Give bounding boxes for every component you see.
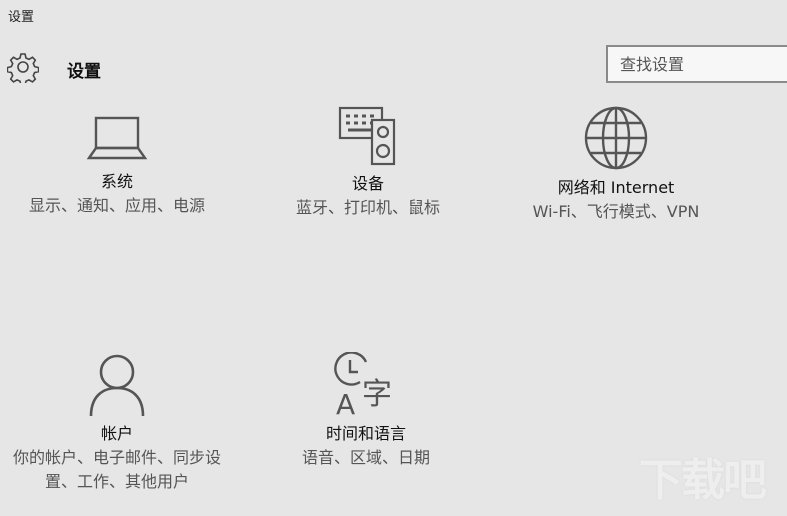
svg-text:字: 字 bbox=[362, 377, 392, 412]
tile-name: 时间和语言 bbox=[325, 424, 406, 443]
tile-description: 你的帐户、电子邮件、同步设置、工作、其他用户 bbox=[12, 448, 221, 491]
tile-system[interactable]: 系统 显示、通知、应用、电源 bbox=[12, 108, 222, 218]
search-box[interactable] bbox=[606, 45, 787, 83]
watermark-text: 下载吧 bbox=[639, 455, 767, 506]
tile-accounts[interactable]: 帐户 你的帐户、电子邮件、同步设置、工作、其他用户 bbox=[12, 352, 222, 494]
tile-devices[interactable]: 设备 蓝牙、打印机、鼠标 bbox=[263, 104, 473, 220]
time-language-icon: A 字 bbox=[334, 352, 392, 418]
person-icon bbox=[89, 354, 145, 417]
tile-name: 设备 bbox=[351, 174, 384, 193]
tile-description: 蓝牙、打印机、鼠标 bbox=[295, 198, 440, 217]
page-title: 设置 bbox=[67, 62, 101, 82]
tile-name: 帐户 bbox=[100, 424, 133, 443]
tile-name: 系统 bbox=[100, 172, 133, 191]
laptop-icon bbox=[86, 116, 148, 160]
search-input[interactable] bbox=[608, 47, 787, 81]
tile-description: 语音、区域、日期 bbox=[301, 448, 430, 467]
devices-icon bbox=[338, 106, 396, 166]
globe-icon bbox=[584, 106, 648, 170]
tile-time-language[interactable]: A 字 时间和语言 语音、区域、日期 bbox=[261, 352, 471, 470]
watermark-logo: 下载吧 bbox=[639, 444, 779, 506]
svg-text:A: A bbox=[336, 388, 355, 418]
window-title: 设置 bbox=[8, 10, 35, 25]
tile-description: Wi-Fi、飞行模式、VPN bbox=[532, 202, 700, 221]
tile-description: 显示、通知、应用、电源 bbox=[28, 196, 205, 215]
gear-icon[interactable] bbox=[7, 51, 39, 83]
tile-name: 网络和 Internet bbox=[557, 178, 675, 197]
tile-network[interactable]: 网络和 Internet Wi-Fi、飞行模式、VPN bbox=[511, 104, 721, 224]
